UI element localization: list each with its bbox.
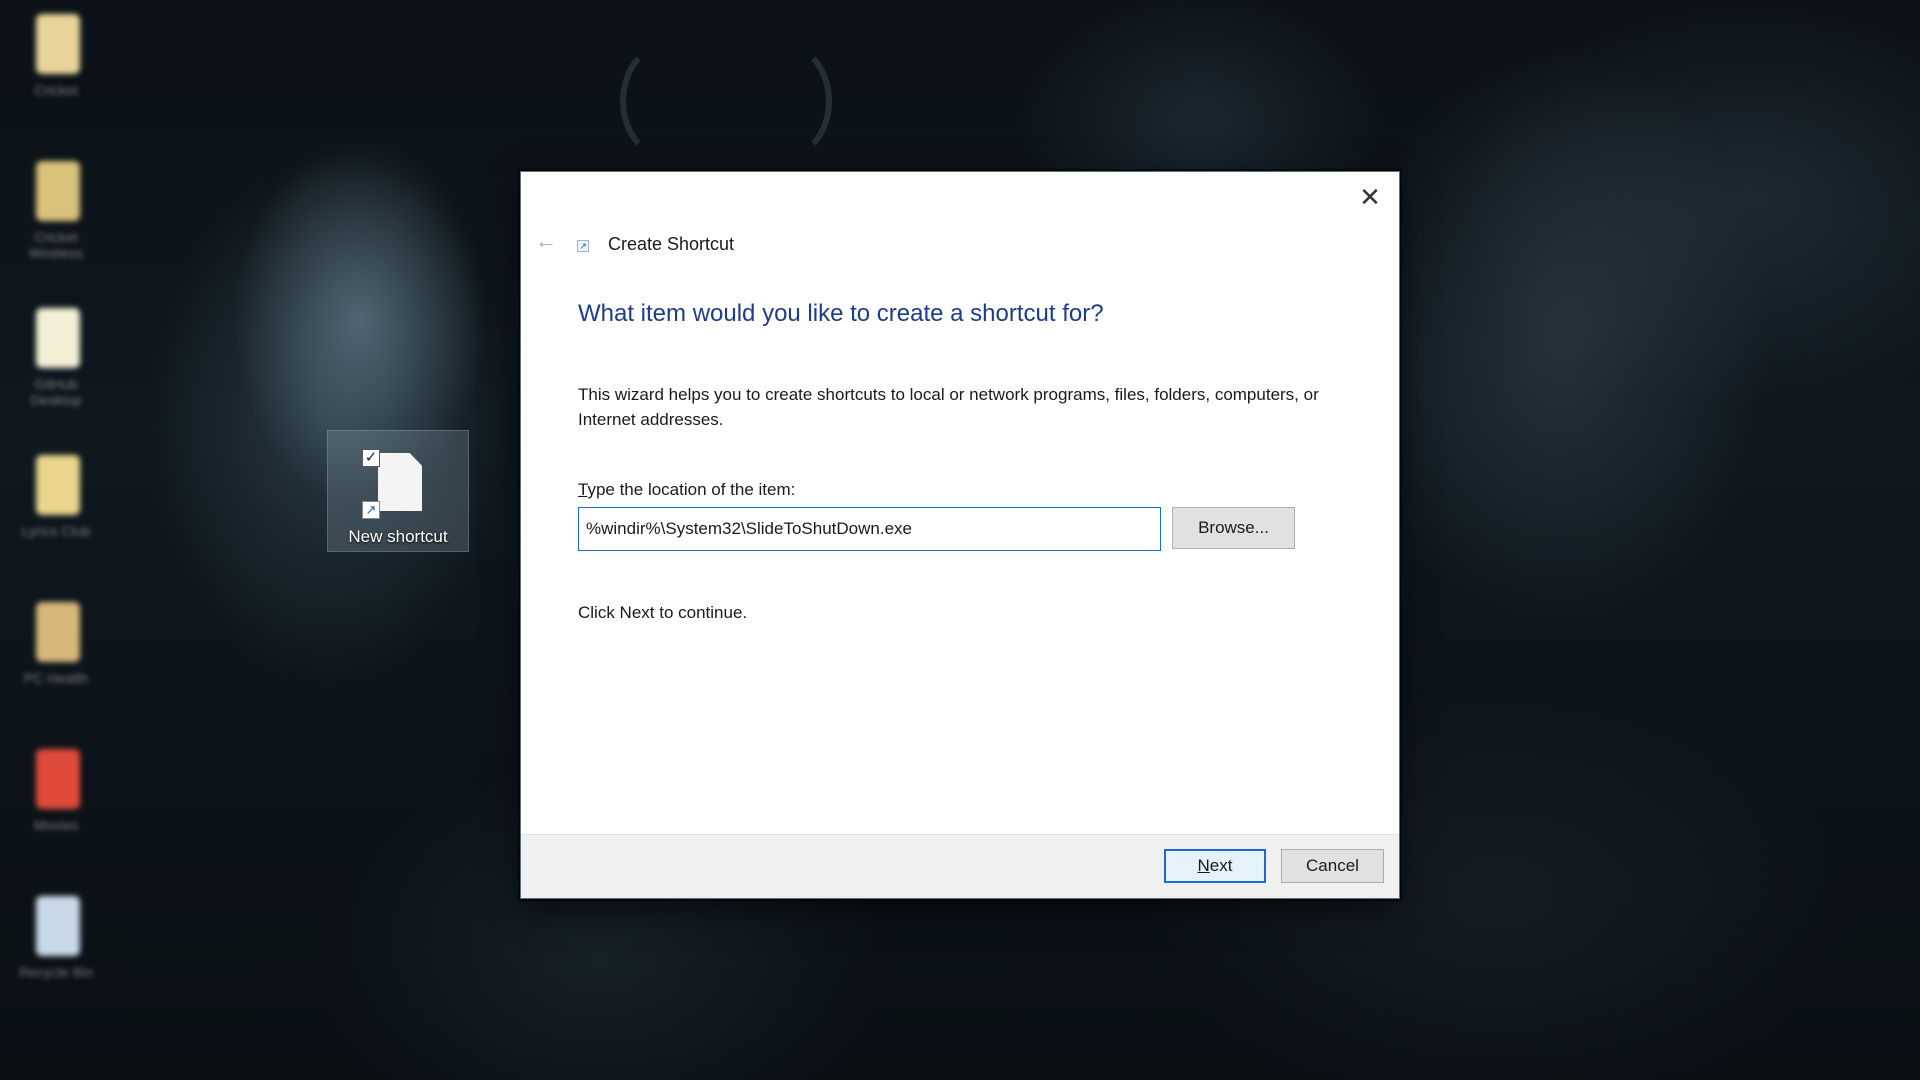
- desktop-icon-label: Cricket Wireless: [29, 229, 83, 261]
- desktop-icon[interactable]: Recycle Bin: [8, 890, 104, 1000]
- desktop: Cricket Cricket Wireless GitHub Desktop Lyr…: [0, 0, 1920, 1080]
- checkbox-icon[interactable]: ✓: [362, 449, 380, 467]
- desktop-icon-label: Lyrics Club: [21, 523, 91, 539]
- desktop-icon[interactable]: PC Health: [8, 596, 104, 706]
- wallpaper-horn-left: [620, 40, 722, 162]
- app-icon: [36, 308, 80, 368]
- app-icon: [36, 602, 80, 662]
- app-icon: [36, 455, 80, 515]
- browse-button[interactable]: Browse...: [1172, 507, 1295, 549]
- page-heading: What item would you like to create a sho…: [578, 300, 1104, 327]
- file-icon: [378, 453, 422, 511]
- cancel-button[interactable]: Cancel: [1281, 849, 1384, 883]
- app-icon: [36, 896, 80, 956]
- location-label: Type the location of the item:: [578, 480, 796, 499]
- desktop-icon-label: PC Health: [24, 670, 88, 686]
- continue-hint: Click Next to continue.: [578, 603, 748, 622]
- app-icon: [36, 161, 80, 221]
- desktop-icon-label: Cricket: [34, 82, 78, 98]
- app-icon: [36, 14, 80, 74]
- desktop-icon-label: GitHub Desktop: [30, 376, 82, 408]
- window-title: Create Shortcut: [608, 234, 735, 254]
- shortcut-icon: ↗: [577, 240, 589, 252]
- dialog-footer: Next Cancel: [521, 834, 1399, 898]
- desktop-icon[interactable]: Cricket Wireless: [8, 155, 104, 265]
- desktop-icon[interactable]: GitHub Desktop: [8, 302, 104, 412]
- wizard-description: This wizard helps you to create shortcut…: [578, 385, 1319, 429]
- desktop-icon[interactable]: Lyrics Club: [8, 449, 104, 559]
- app-icon: [36, 749, 80, 809]
- next-button[interactable]: Next: [1164, 849, 1266, 883]
- create-shortcut-dialog: ✕ ← ↗ Create Shortcut What item would yo…: [520, 171, 1400, 899]
- desktop-icon-label: Movies: [33, 817, 79, 833]
- desktop-icon[interactable]: Movies: [8, 743, 104, 853]
- new-shortcut-label: New shortcut: [348, 527, 448, 546]
- close-icon[interactable]: ✕: [1349, 180, 1391, 216]
- desktop-icon-label: Recycle Bin: [19, 964, 93, 980]
- shortcut-arrow-icon: ↗: [362, 501, 380, 519]
- new-shortcut-desktop-icon[interactable]: ✓ ↗ New shortcut: [327, 430, 469, 552]
- wallpaper-horn-right: [730, 40, 832, 162]
- back-arrow-icon[interactable]: ←: [531, 226, 561, 256]
- location-input[interactable]: [578, 507, 1161, 551]
- desktop-icon[interactable]: Cricket: [8, 8, 104, 118]
